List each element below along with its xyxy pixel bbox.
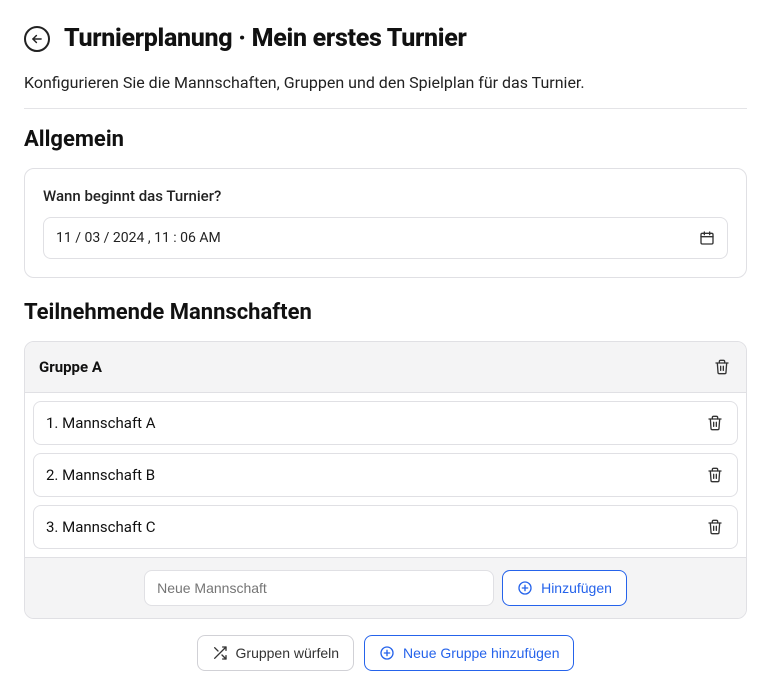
page-description: Konfigurieren Sie die Mannschaften, Grup… (24, 73, 747, 92)
page-title: Turnierplanung · Mein erstes Turnier (64, 24, 466, 53)
delete-team-button[interactable] (705, 516, 725, 538)
group-card: Gruppe A 1. Mannschaft A 2. Mannschaft B… (24, 341, 747, 619)
add-group-button[interactable]: Neue Gruppe hinzufügen (364, 635, 574, 671)
datetime-value: 11 / 03 / 2024 , 11 : 06 AM (56, 230, 221, 246)
back-button[interactable] (24, 26, 50, 52)
arrow-left-icon (30, 32, 44, 46)
calendar-icon (699, 230, 715, 246)
start-time-label: Wann beginnt das Turnier? (43, 187, 728, 205)
shuffle-groups-label: Gruppen würfeln (236, 645, 340, 661)
trash-icon (707, 414, 723, 432)
trash-icon (707, 518, 723, 536)
team-row: 3. Mannschaft C (33, 505, 738, 549)
group-name: Gruppe A (39, 358, 102, 376)
add-group-label: Neue Gruppe hinzufügen (403, 645, 559, 661)
plus-circle-icon (517, 580, 533, 596)
team-list: 1. Mannschaft A 2. Mannschaft B 3. Manns… (25, 393, 746, 557)
team-label: 1. Mannschaft A (46, 414, 156, 432)
group-footer: Hinzufügen (25, 557, 746, 618)
shuffle-icon (212, 645, 228, 661)
section-heading-general: Allgemein (24, 127, 747, 152)
general-card: Wann beginnt das Turnier? 11 / 03 / 2024… (24, 168, 747, 278)
divider (24, 108, 747, 109)
new-team-input[interactable] (144, 570, 494, 606)
start-datetime-input[interactable]: 11 / 03 / 2024 , 11 : 06 AM (43, 217, 728, 259)
add-team-label: Hinzufügen (541, 580, 612, 596)
team-row: 1. Mannschaft A (33, 401, 738, 445)
bottom-actions: Gruppen würfeln Neue Gruppe hinzufügen (24, 635, 747, 671)
team-label: 2. Mannschaft B (46, 466, 155, 484)
shuffle-groups-button[interactable]: Gruppen würfeln (197, 635, 355, 671)
section-heading-teams: Teilnehmende Mannschaften (24, 300, 747, 325)
delete-group-button[interactable] (712, 356, 732, 378)
delete-team-button[interactable] (705, 464, 725, 486)
delete-team-button[interactable] (705, 412, 725, 434)
plus-circle-icon (379, 645, 395, 661)
group-header: Gruppe A (25, 342, 746, 393)
trash-icon (707, 466, 723, 484)
team-row: 2. Mannschaft B (33, 453, 738, 497)
add-team-button[interactable]: Hinzufügen (502, 570, 627, 606)
team-label: 3. Mannschaft C (46, 518, 156, 536)
trash-icon (714, 358, 730, 376)
